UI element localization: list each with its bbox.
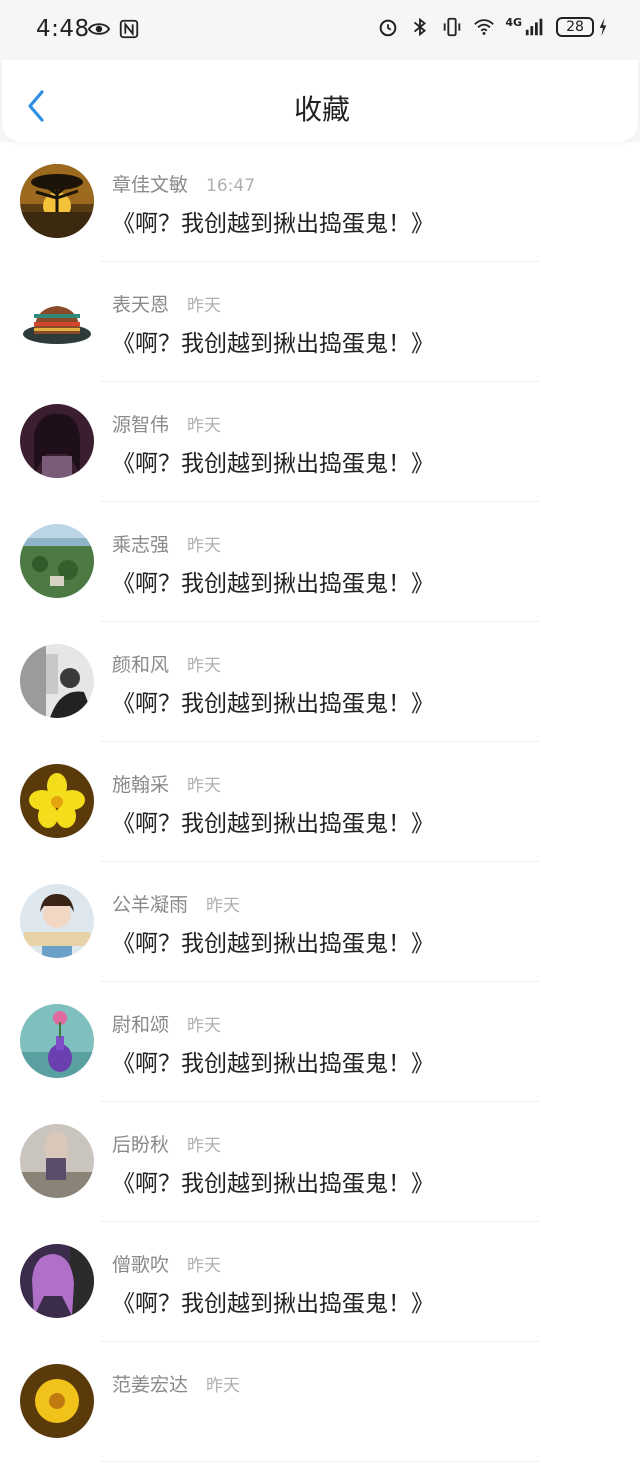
avatar[interactable] [20,644,94,718]
message-time: 昨天 [187,296,222,316]
message-time: 昨天 [187,1016,222,1036]
list-item[interactable]: 范姜宏达 昨天 [0,1342,640,1462]
message-text: 《啊？我创越到揪出捣蛋鬼！》 [112,1291,434,1317]
message-time: 昨天 [206,1376,241,1396]
app-header: 收藏 [0,60,640,142]
message-time: 昨天 [187,1256,222,1276]
sender-name: 章佳文敏 [112,174,189,196]
battery-indicator: 28 [556,17,594,37]
message-time: 昨天 [187,416,222,436]
list-item[interactable]: 僧歌吹 昨天 《啊？我创越到揪出捣蛋鬼！》 [0,1222,640,1342]
status-time: 4:48 [36,16,90,42]
message-text: 《啊？我创越到揪出捣蛋鬼！》 [112,931,434,957]
avatar[interactable] [20,1124,94,1198]
message-text: 《啊？我创越到揪出捣蛋鬼！》 [112,571,434,597]
sender-name: 公羊凝雨 [112,894,189,916]
vibrate-icon [444,17,461,37]
sender-name: 源智伟 [112,414,170,436]
wifi-icon [474,19,495,35]
charging-icon [599,17,607,37]
list-item[interactable]: 公羊凝雨 昨天 《啊？我创越到揪出捣蛋鬼！》 [0,862,640,982]
message-time: 昨天 [206,896,241,916]
avatar[interactable] [20,404,94,478]
message-text: 《啊？我创越到揪出捣蛋鬼！》 [112,1051,434,1077]
message-time: 昨天 [187,536,222,556]
message-time: 昨天 [187,1136,222,1156]
avatar[interactable] [20,1004,94,1078]
list-item[interactable]: 源智伟 昨天 《啊？我创越到揪出捣蛋鬼！》 [0,382,640,502]
page-title: 收藏 [293,93,350,126]
sender-name: 颜和风 [112,654,170,676]
list-item[interactable]: 章佳文敏 16:47 《啊？我创越到揪出捣蛋鬼！》 [0,142,640,262]
message-text: 《啊？我创越到揪出捣蛋鬼！》 [112,691,434,717]
list-item[interactable]: 乘志强 昨天 《啊？我创越到揪出捣蛋鬼！》 [0,502,640,622]
sender-name: 施翰采 [112,774,170,796]
sender-name: 范姜宏达 [112,1374,189,1396]
sender-name: 僧歌吹 [112,1254,170,1276]
message-time: 昨天 [187,656,222,676]
list-item[interactable]: 施翰采 昨天 《啊？我创越到揪出捣蛋鬼！》 [0,742,640,862]
bluetooth-icon [414,17,427,37]
nfc-icon [119,19,139,39]
header-card: 收藏 [2,60,638,142]
network-label: 4G [505,15,522,29]
message-text: 《啊？我创越到揪出捣蛋鬼！》 [112,451,434,477]
avatar[interactable] [20,764,94,838]
list-item[interactable]: 颜和风 昨天 《啊？我创越到揪出捣蛋鬼！》 [0,622,640,742]
sender-name: 后盼秋 [112,1134,170,1156]
message-text: 《啊？我创越到揪出捣蛋鬼！》 [112,811,434,837]
list-item[interactable]: 表天恩 昨天 《啊？我创越到揪出捣蛋鬼！》 [0,262,640,382]
list-item[interactable]: 后盼秋 昨天 《啊？我创越到揪出捣蛋鬼！》 [0,1102,640,1222]
avatar[interactable] [20,1364,94,1438]
message-text: 《啊？我创越到揪出捣蛋鬼！》 [112,331,434,357]
message-text: 《啊？我创越到揪出捣蛋鬼！》 [112,211,434,237]
message-time: 16:47 [206,176,256,196]
sender-name: 乘志强 [112,534,170,556]
list-item[interactable]: 尉和颂 昨天 《啊？我创越到揪出捣蛋鬼！》 [0,982,640,1102]
favorites-list: 章佳文敏 16:47 《啊？我创越到揪出捣蛋鬼！》 表天恩 昨天 《啊？我创越到… [0,142,640,1462]
alarm-icon [379,19,397,37]
avatar[interactable] [20,524,94,598]
avatar[interactable] [20,284,94,358]
avatar[interactable] [20,884,94,958]
avatar[interactable] [20,164,94,238]
sender-name: 尉和颂 [112,1014,170,1036]
eye-icon [88,23,110,35]
signal-icon [525,18,543,36]
status-bar: 4:48 4G 28 [0,0,640,60]
sender-name: 表天恩 [112,294,170,316]
message-text: 《啊？我创越到揪出捣蛋鬼！》 [112,1171,434,1197]
message-time: 昨天 [187,776,222,796]
avatar[interactable] [20,1244,94,1318]
